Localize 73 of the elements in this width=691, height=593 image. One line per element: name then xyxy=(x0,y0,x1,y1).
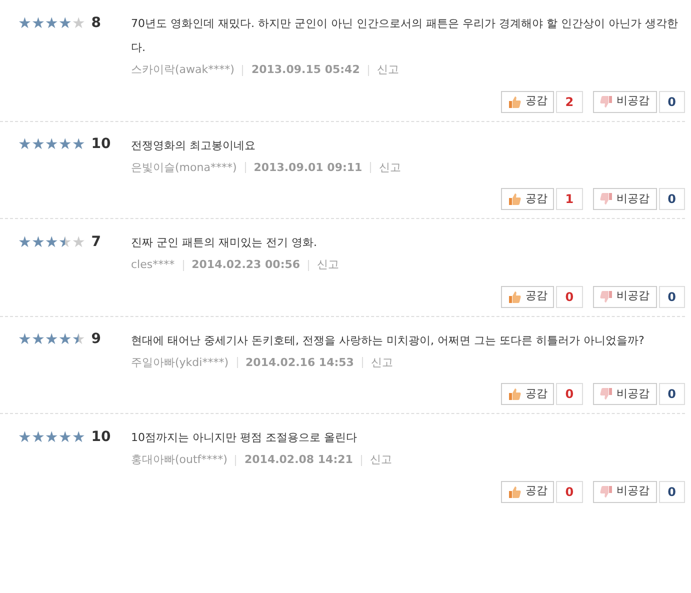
star-icon: ★ xyxy=(58,430,72,444)
star-icon: ★ xyxy=(18,234,32,250)
like-count: 0 xyxy=(556,480,583,502)
star-icon: ★ xyxy=(31,16,45,30)
review-text: 10점까지는 아니지만 평점 조절용으로 올린다 xyxy=(131,430,358,446)
thumbs-up-icon xyxy=(508,193,522,205)
author-name: 스카이락(awak****) xyxy=(131,62,234,78)
star-icon: ★ xyxy=(18,16,32,30)
like-button[interactable]: 공감 xyxy=(501,480,554,502)
star-icon: ★ xyxy=(31,430,45,444)
review-date: 2014.02.23 00:56 xyxy=(192,257,300,273)
dislike-count: 0 xyxy=(658,188,685,210)
like-count: 1 xyxy=(556,188,583,210)
star-icon: ★ xyxy=(18,332,32,347)
star-icon: ★ xyxy=(72,137,86,152)
review-text: 현대에 태어난 중세기사 돈키호테, 전쟁을 사랑하는 미치광이, 어쩌면 그는 또다른 히틀러가 아니었을까? xyxy=(131,332,646,348)
like-button[interactable]: 공감 xyxy=(501,188,554,210)
review-date: 2014.02.16 14:53 xyxy=(246,354,354,370)
dislike-button[interactable]: 비공감 xyxy=(592,188,657,210)
thumbs-down-icon xyxy=(600,193,613,205)
dislike-count: 0 xyxy=(658,480,685,502)
dislike-count: 0 xyxy=(658,286,685,308)
thumbs-down-icon xyxy=(600,96,613,108)
star-icon: ★ xyxy=(44,430,58,444)
author-name: 주일아빠(ykdi****) xyxy=(131,354,229,370)
rating-score: 10 xyxy=(91,135,111,154)
rating-score: 8 xyxy=(91,14,102,32)
star-icon: ★ xyxy=(72,16,86,30)
dislike-button[interactable]: 비공감 xyxy=(592,286,657,308)
dislike-button[interactable]: 비공감 xyxy=(592,383,657,405)
author-name: 은빛이슬(mona****) xyxy=(131,160,237,176)
like-count: 0 xyxy=(556,383,583,405)
rating-score: 7 xyxy=(91,232,102,252)
star-icon: ★ xyxy=(58,332,72,347)
thumbs-up-icon xyxy=(508,486,522,498)
star-icon: ★ xyxy=(58,137,72,152)
review-text: 진짜 군인 패튼의 재미있는 전기 영화. xyxy=(131,235,318,251)
review-date: 2014.02.08 14:21 xyxy=(244,452,353,468)
star-icon: ★ xyxy=(44,332,58,347)
review-text: 전쟁영화의 최고봉이네요 xyxy=(131,138,256,154)
star-icon: ★ xyxy=(44,137,58,152)
like-count: 0 xyxy=(556,286,583,308)
thumbs-up-icon xyxy=(508,96,522,108)
author-name: 홍대아빠(outf****) xyxy=(131,452,228,468)
review-text: 70년도 영화인데 재밌다. 하지만 군인이 아닌 인간으로서의 패튼은 우리가 경계해야 할 인간상이 아닌가 생각한다. xyxy=(131,16,679,56)
star-icon: ★ xyxy=(44,234,58,250)
dislike-count: 0 xyxy=(658,383,685,405)
star-icon: ★ xyxy=(18,137,32,152)
dislike-count: 0 xyxy=(658,90,685,112)
like-button[interactable]: 공감 xyxy=(501,383,554,405)
author-name: cles**** xyxy=(131,257,175,273)
review-date: 2013.09.01 09:11 xyxy=(254,160,362,176)
star-icon: ★ xyxy=(31,332,45,347)
star-icon: ★ xyxy=(31,234,45,250)
rating-score: 10 xyxy=(91,428,111,446)
thumbs-down-icon xyxy=(600,486,613,498)
dislike-button[interactable]: 비공감 xyxy=(592,480,657,502)
like-count: 2 xyxy=(556,90,583,112)
star-icon: ★ xyxy=(72,430,86,444)
like-button[interactable]: 공감 xyxy=(501,286,554,308)
dislike-button[interactable]: 비공감 xyxy=(592,90,657,112)
star-icon: ★ xyxy=(31,137,45,152)
star-icon: ★ xyxy=(44,16,58,30)
thumbs-down-icon xyxy=(600,388,613,400)
star-icon: ★ xyxy=(18,430,32,444)
thumbs-down-icon xyxy=(600,290,613,302)
rating-score: 9 xyxy=(91,330,102,349)
like-button[interactable]: 공감 xyxy=(501,90,554,112)
star-icon: ★ xyxy=(58,16,72,30)
review-date: 2013.09.15 05:42 xyxy=(251,62,360,78)
thumbs-up-icon xyxy=(508,290,522,302)
star-icon: ★ xyxy=(72,234,86,250)
thumbs-up-icon xyxy=(508,388,522,400)
